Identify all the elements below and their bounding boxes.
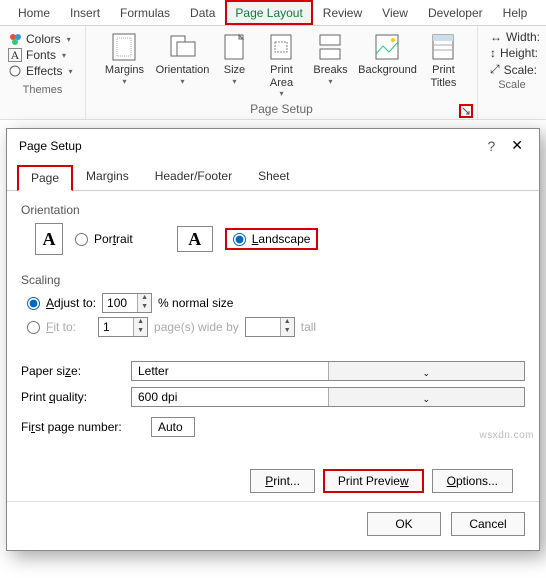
chevron-down-icon[interactable]: ⌄ xyxy=(328,388,525,406)
fit-wide-spinner[interactable]: ▲▼ xyxy=(98,317,148,337)
landscape-icon: A xyxy=(177,226,213,252)
size-button[interactable]: Size▾ xyxy=(214,30,254,86)
chevron-down-icon[interactable]: ⌄ xyxy=(328,362,525,380)
fonts-button[interactable]: A Fonts▾ xyxy=(8,48,72,62)
watermark: wsxdn.com xyxy=(479,430,534,441)
print-button[interactable]: Print... xyxy=(250,469,315,493)
group-page-setup: Margins▾ Orientation▾ Size▾ Print Area▾ … xyxy=(86,26,478,119)
ribbon: Colors▾ A Fonts▾ Effects▾ Themes Margins… xyxy=(0,26,546,120)
fit-to-radio[interactable]: Fit to: xyxy=(27,320,76,334)
close-button[interactable]: ✕ xyxy=(505,137,529,154)
tab-help[interactable]: Help xyxy=(493,0,538,25)
background-button[interactable]: Background xyxy=(358,30,416,77)
print-titles-icon xyxy=(430,32,456,62)
ok-button[interactable]: OK xyxy=(367,512,441,536)
print-titles-button[interactable]: Print Titles xyxy=(422,30,464,89)
help-button[interactable]: ? xyxy=(477,138,505,154)
tab-data[interactable]: Data xyxy=(180,0,225,25)
dlg-tab-headerfooter[interactable]: Header/Footer xyxy=(142,164,245,190)
margins-button[interactable]: Margins▾ xyxy=(98,30,150,86)
scale-icon: ⤢ xyxy=(490,62,500,77)
options-button[interactable]: Options... xyxy=(432,469,513,493)
group-scale: ↔Width: ↕Height: ⤢Scale: Scale xyxy=(478,26,546,119)
colors-icon xyxy=(8,32,22,46)
dlg-tab-page[interactable]: Page xyxy=(17,165,73,191)
fit-mid-label: page(s) wide by xyxy=(154,320,239,334)
colors-button[interactable]: Colors▾ xyxy=(8,32,72,46)
fit-tall-label: tall xyxy=(301,320,316,334)
scale-row[interactable]: ⤢Scale: xyxy=(490,62,540,77)
group-themes: Colors▾ A Fonts▾ Effects▾ Themes xyxy=(0,26,86,119)
adjust-suffix: % normal size xyxy=(158,296,233,310)
scaling-label: Scaling xyxy=(21,273,525,287)
effects-button[interactable]: Effects▾ xyxy=(8,64,72,78)
page-setup-launcher[interactable] xyxy=(459,104,473,118)
orientation-icon xyxy=(167,32,197,62)
effects-icon xyxy=(8,64,22,78)
portrait-icon: A xyxy=(35,223,63,255)
group-label-page-setup: Page Setup xyxy=(92,100,471,119)
breaks-button[interactable]: Breaks▾ xyxy=(308,30,352,86)
dlg-tab-margins[interactable]: Margins xyxy=(73,164,142,190)
dialog-tabs: Page Margins Header/Footer Sheet xyxy=(7,160,539,191)
tab-formulas[interactable]: Formulas xyxy=(110,0,180,25)
breaks-icon xyxy=(317,32,343,62)
tab-page-layout[interactable]: Page Layout xyxy=(225,0,312,25)
dialog-title: Page Setup xyxy=(19,139,82,153)
tab-view[interactable]: View xyxy=(372,0,418,25)
print-quality-label: Print quality: xyxy=(21,390,121,404)
size-icon xyxy=(222,32,246,62)
tab-review[interactable]: Review xyxy=(313,0,372,25)
cancel-button[interactable]: Cancel xyxy=(451,512,525,536)
first-page-label: First page number: xyxy=(21,420,141,434)
width-icon: ↔ xyxy=(490,30,502,44)
print-preview-button[interactable]: Print Preview xyxy=(323,469,424,493)
fonts-icon: A xyxy=(8,48,22,62)
first-page-input[interactable] xyxy=(151,417,195,437)
height-icon: ↕ xyxy=(490,46,496,60)
print-area-icon xyxy=(268,32,294,62)
paper-size-combo[interactable]: Letter⌄ xyxy=(131,361,525,381)
launcher-icon xyxy=(462,107,470,115)
tab-home[interactable]: Home xyxy=(8,0,60,25)
group-label-scale: Scale xyxy=(484,77,540,94)
ribbon-tabs: Home Insert Formulas Data Page Layout Re… xyxy=(0,0,546,26)
tab-developer[interactable]: Developer xyxy=(418,0,493,25)
width-row[interactable]: ↔Width: xyxy=(490,30,540,44)
dlg-tab-sheet[interactable]: Sheet xyxy=(245,164,302,190)
portrait-radio[interactable]: Portrait xyxy=(75,232,133,246)
landscape-radio[interactable]: Landscape xyxy=(233,232,311,246)
print-area-button[interactable]: Print Area▾ xyxy=(260,30,302,98)
group-label-themes: Themes xyxy=(6,82,79,99)
orientation-button[interactable]: Orientation▾ xyxy=(156,30,208,86)
fit-tall-spinner[interactable]: ▲▼ xyxy=(245,317,295,337)
tab-insert[interactable]: Insert xyxy=(60,0,110,25)
background-icon xyxy=(373,32,401,62)
orientation-label: Orientation xyxy=(21,203,525,217)
print-quality-combo[interactable]: 600 dpi⌄ xyxy=(131,387,525,407)
adjust-to-radio[interactable]: Adjust to: xyxy=(27,296,96,310)
margins-icon xyxy=(111,32,137,62)
page-setup-dialog: Page Setup ? ✕ Page Margins Header/Foote… xyxy=(6,128,540,551)
adjust-spinner[interactable]: ▲▼ xyxy=(102,293,152,313)
height-row[interactable]: ↕Height: xyxy=(490,46,540,60)
paper-size-label: Paper size: xyxy=(21,364,121,378)
